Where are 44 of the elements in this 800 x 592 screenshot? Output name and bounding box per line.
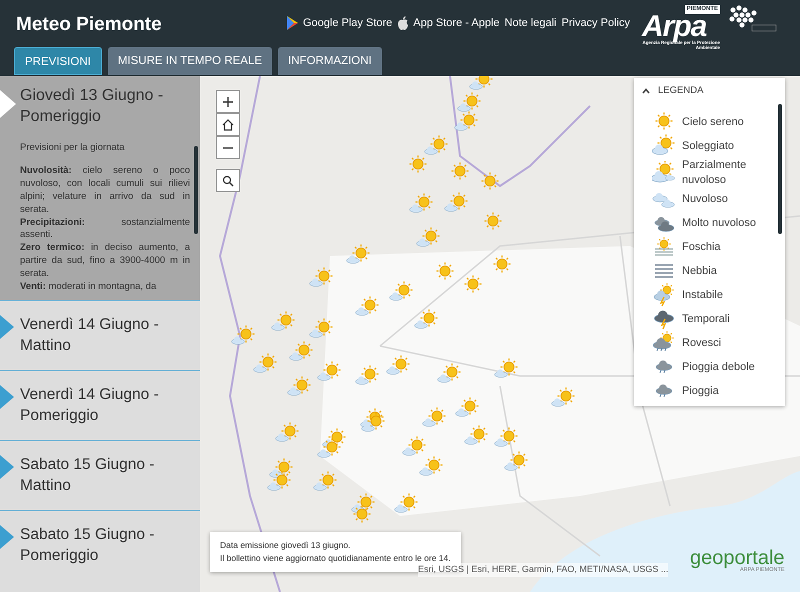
legend-label: Instabile [682,288,724,302]
search-button[interactable] [216,169,240,192]
legend-label: Nebbia [682,264,718,278]
home-button[interactable] [216,113,240,136]
plus-icon [222,96,234,108]
legend-label: Pioggia [682,384,720,398]
header-link[interactable]: Note legali [504,15,556,32]
legend-label: Parzialmente nuvoloso [682,158,748,187]
apple-icon [397,16,410,30]
legend-label: Temporali [682,312,731,326]
legend-label: Foschia [682,240,722,254]
tab[interactable]: INFORMAZIONI [278,47,382,75]
caret-icon [642,88,650,94]
forecast-text: Nuvolosità: cielo sereno o poco nuvoloso, con locali cumuli sui rilievi alpini; velature in arrivo da sud in serata. [20,165,190,217]
header-link[interactable]: Google Play Store [286,15,392,32]
map-attribution: Esri, USGS | Esri, HERE, Garmin, FAO, METI/NASA, USGS ... [418,563,668,576]
header-link[interactable]: Privacy Policy [562,15,630,32]
plus-button[interactable] [216,90,240,113]
forecast-text: Zero termico: in deciso aumento, a partire da sud, fino a 3900-4000 m in serata. [20,242,190,281]
legend-label: Rovesci [682,336,722,350]
scrollbar-thumb[interactable] [778,104,782,234]
tab[interactable]: PREVISIONI [14,47,102,75]
weather-icon [652,282,676,307]
app-title: Meteo Piemonte [16,13,162,37]
weather-icon [652,160,676,185]
scrollbar-thumb[interactable] [194,146,198,234]
forecast-title[interactable]: Giovedì 13 Giugno - Pomeriggio [20,86,194,128]
pointer-icon [0,90,16,118]
header-link[interactable]: App Store - Apple [397,15,500,32]
bulletin-note: Data emissione giovedì 13 giugno. [220,539,352,552]
forecast-text: Precipitazioni: sostanzialmente assenti. [20,216,190,242]
forecast-heading: Previsioni per la giornata [20,142,126,154]
legend-toggle[interactable]: LEGENDA [634,78,785,104]
legend-label: Nuvoloso [682,192,729,206]
play-triangle-icon [286,16,299,30]
forecast-text: Venti: moderati in montagna, da [20,280,158,294]
search-icon [222,174,234,186]
legend-label: Soleggiato [682,139,735,154]
home-icon [222,118,234,130]
legend-label: Molto nuvoloso [682,216,757,230]
legend-label: Cielo sereno [682,115,745,130]
bulletin-note: Il bollettino viene aggiornato quotidianamente entro le ore 14. [220,552,451,566]
legend-label: Pioggia debole [682,360,756,374]
tab[interactable]: MISURE IN TEMPO REALE [108,47,272,75]
